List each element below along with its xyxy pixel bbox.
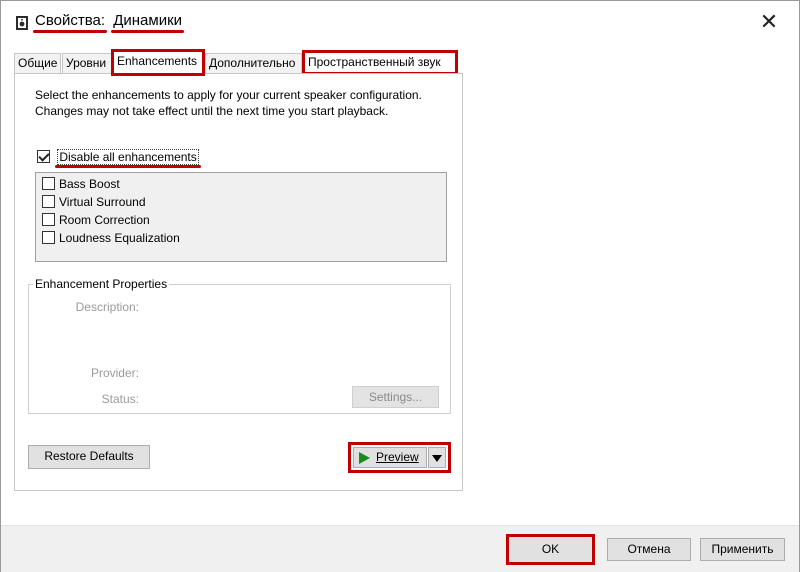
disable-all-row[interactable]: Disable all enhancements [37, 149, 199, 165]
list-item[interactable]: Room Correction [42, 213, 150, 227]
tab-enhancements[interactable]: Enhancements [111, 49, 205, 76]
provider-label: Provider: [90, 366, 139, 380]
enhancements-description: Select the enhancements to apply for you… [35, 88, 422, 118]
list-item-label: Virtual Surround [59, 195, 146, 209]
title-bar: Свойства: Динамики ✕ [1, 1, 799, 43]
list-item-label: Bass Boost [59, 177, 120, 191]
play-icon [359, 452, 370, 464]
tab-spatial-sound[interactable]: Пространственный звук [302, 50, 458, 75]
list-item[interactable]: Bass Boost [42, 177, 120, 191]
title-prefix: Свойства: [32, 12, 108, 33]
cancel-button[interactable]: Отмена [607, 538, 691, 561]
description-label: Description: [75, 300, 139, 314]
list-item[interactable]: Virtual Surround [42, 195, 146, 209]
settings-button[interactable]: Settings... [352, 386, 439, 408]
tab-levels[interactable]: Уровни [62, 53, 112, 73]
loudness-equalization-checkbox[interactable] [42, 231, 55, 244]
preview-split-button: Preview [348, 442, 451, 473]
enhancements-list: Bass Boost Virtual Surround Room Correct… [35, 172, 447, 262]
preview-dropdown-button[interactable] [428, 447, 446, 468]
status-label: Status: [101, 392, 139, 406]
list-item[interactable]: Loudness Equalization [42, 231, 180, 245]
disable-all-checkbox[interactable] [37, 150, 50, 163]
preview-label: Preview [376, 450, 419, 464]
title-device-name: Динамики [111, 12, 184, 33]
disable-all-label[interactable]: Disable all enhancements [57, 149, 199, 165]
preview-button[interactable]: Preview [353, 447, 427, 468]
speaker-icon [16, 16, 28, 30]
list-item-label: Loudness Equalization [59, 231, 180, 245]
restore-defaults-label: Restore Defaults [44, 449, 134, 463]
apply-button[interactable]: Применить [700, 538, 785, 561]
tab-general[interactable]: Общие [14, 53, 61, 73]
bass-boost-checkbox[interactable] [42, 177, 55, 190]
enhancement-properties-legend: Enhancement Properties [33, 277, 170, 291]
room-correction-checkbox[interactable] [42, 213, 55, 226]
tab-advanced[interactable]: Дополнительно [205, 53, 302, 73]
window-title: Свойства: Динамики [32, 12, 184, 33]
ok-button[interactable]: OK [506, 534, 595, 565]
list-item-label: Room Correction [59, 213, 150, 227]
restore-defaults-button[interactable]: Restore Defaults [28, 445, 150, 469]
enhancement-properties-group: Enhancement Properties Description: Prov… [28, 277, 451, 414]
sound-properties-dialog: Свойства: Динамики ✕ Общие Уровни Enhanc… [0, 0, 800, 572]
close-button[interactable]: ✕ [757, 11, 781, 35]
virtual-surround-checkbox[interactable] [42, 195, 55, 208]
